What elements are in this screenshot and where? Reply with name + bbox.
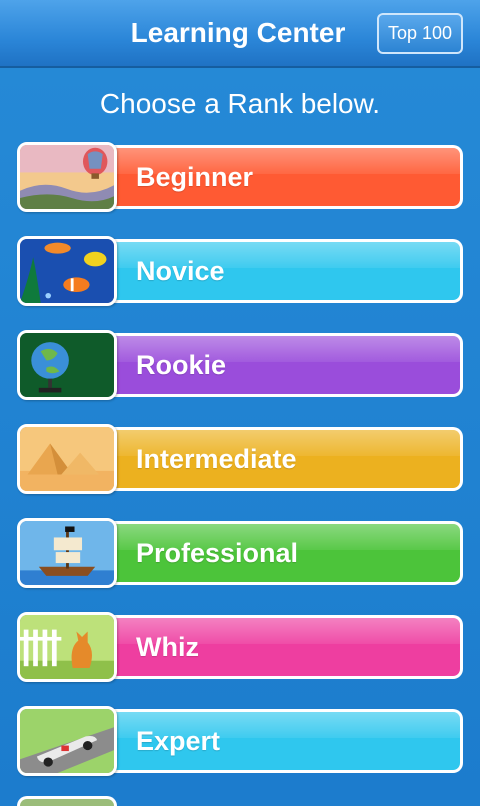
rank-label: Novice	[136, 256, 225, 286]
rank-label: Professional	[136, 538, 299, 568]
rank-item-whiz[interactable]: Whiz	[17, 612, 463, 682]
tropical-fish-icon	[17, 236, 117, 306]
rank-item-intermediate[interactable]: Intermediate	[17, 424, 463, 494]
pyramids-icon	[17, 424, 117, 494]
rank-item-next-partial[interactable]	[17, 796, 117, 806]
race-car-icon	[17, 706, 117, 776]
rank-label: Expert	[136, 726, 221, 756]
rank-item-expert[interactable]: Expert	[17, 706, 463, 776]
rank-label: Whiz	[136, 632, 199, 662]
pirate-ship-icon	[17, 518, 117, 588]
rank-item-rookie[interactable]: Rookie	[17, 330, 463, 400]
rank-label: Beginner	[136, 162, 254, 192]
rank-item-professional[interactable]: Professional	[17, 518, 463, 588]
globe-icon	[17, 330, 117, 400]
cat-fence-icon	[17, 612, 117, 682]
rank-label: Intermediate	[136, 444, 297, 474]
rank-item-beginner[interactable]: Beginner	[17, 142, 463, 212]
top-app-bar: Learning Center Top 100	[0, 0, 480, 68]
rank-item-novice[interactable]: Novice	[17, 236, 463, 306]
top-100-button[interactable]: Top 100	[377, 13, 463, 54]
rank-label: Rookie	[136, 350, 227, 380]
choose-rank-instruction: Choose a Rank below.	[99, 88, 381, 119]
hot-air-balloon-icon	[17, 142, 117, 212]
rank-list-area: Choose a Rank below. Beginner Novice Roo…	[0, 68, 480, 806]
